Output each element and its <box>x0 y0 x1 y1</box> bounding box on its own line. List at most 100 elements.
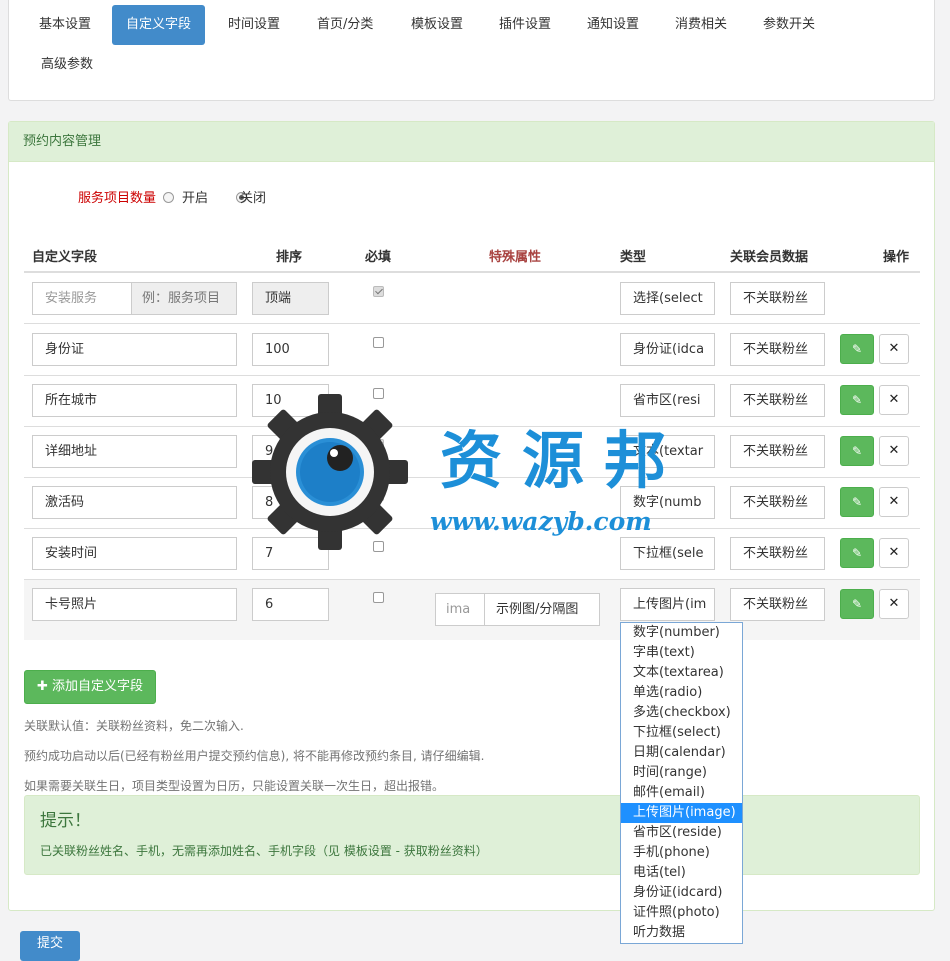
field-required-checkbox[interactable] <box>373 592 384 603</box>
field-required-checkbox[interactable] <box>373 541 384 552</box>
tip-title: 提示！ <box>40 811 91 831</box>
field-type-select[interactable]: 上传图片(im <box>620 588 715 621</box>
field-name-input[interactable]: 所在城市 <box>32 384 237 417</box>
field-linked-select[interactable]: 不关联粉丝 <box>730 588 825 621</box>
tab-template[interactable]: 模板设置 <box>397 5 477 45</box>
field-type-select[interactable]: 下拉框(sele <box>620 537 715 570</box>
radio-on[interactable] <box>163 192 174 203</box>
tab-consume[interactable]: 消费相关 <box>661 5 741 45</box>
field-required-checkbox[interactable] <box>373 337 384 348</box>
delete-button[interactable]: ✕ <box>879 385 909 415</box>
field-name-input[interactable]: 身份证 <box>32 333 237 366</box>
close-icon: ✕ <box>888 545 900 560</box>
field-name-input[interactable]: 激活码 <box>32 486 237 519</box>
dropdown-option[interactable]: 下拉框(select) <box>621 723 742 743</box>
row-divider <box>24 528 920 529</box>
field-linked-select[interactable]: 不关联粉丝 <box>730 333 825 366</box>
edit-icon: ✎ <box>851 444 863 458</box>
field-order-input[interactable]: 10 <box>252 384 329 417</box>
dropdown-option[interactable]: 手机(phone) <box>621 843 742 863</box>
edit-button[interactable]: ✎ <box>840 538 874 568</box>
delete-button[interactable]: ✕ <box>879 538 909 568</box>
field-order-input[interactable]: 6 <box>252 588 329 621</box>
help-text: 关联默认值：关联粉丝资料，免二次输入. <box>24 719 244 733</box>
dropdown-option[interactable]: 证件照(photo) <box>621 903 742 923</box>
field-name-input[interactable]: 详细地址 <box>32 435 237 468</box>
edit-icon: ✎ <box>851 495 863 509</box>
field-linked-select[interactable]: 不关联粉丝 <box>730 435 825 468</box>
service-count-label: 服务项目数量 <box>78 191 157 206</box>
dropdown-option[interactable]: 单选(radio) <box>621 683 742 703</box>
edit-icon: ✎ <box>851 342 863 356</box>
tab-advanced[interactable]: 高级参数 <box>27 45 107 85</box>
close-icon: ✕ <box>888 494 900 509</box>
tab-time[interactable]: 时间设置 <box>214 5 294 45</box>
field-type-select[interactable]: 身份证(idca <box>620 333 715 366</box>
tab-plugin[interactable]: 插件设置 <box>485 5 565 45</box>
dropdown-option[interactable]: 省市区(reside) <box>621 823 742 843</box>
field-name-input[interactable]: 卡号照片 <box>32 588 237 621</box>
edit-icon: ✎ <box>851 597 863 611</box>
tab-basic[interactable]: 基本设置 <box>25 5 105 45</box>
field-required-checkbox[interactable] <box>373 439 384 450</box>
edit-button[interactable]: ✎ <box>840 334 874 364</box>
col-order: 排序 <box>276 250 303 265</box>
tab-switches[interactable]: 参数开关 <box>749 5 829 45</box>
close-icon: ✕ <box>888 392 900 407</box>
delete-button[interactable]: ✕ <box>879 487 909 517</box>
dropdown-option-selected[interactable]: 上传图片(image) <box>621 803 742 823</box>
field-linked-select[interactable]: 不关联粉丝 <box>730 537 825 570</box>
delete-button[interactable]: ✕ <box>879 589 909 619</box>
radio-off-label[interactable]: 关闭 <box>240 187 266 206</box>
submit-button[interactable]: 提交 <box>20 931 80 961</box>
settings-nav: 基本设置 自定义字段 时间设置 首页/分类 模板设置 插件设置 通知设置 消费相… <box>8 0 935 101</box>
field-required-checkbox[interactable] <box>373 388 384 399</box>
new-field-linked-select[interactable]: 不关联粉丝 <box>730 282 825 315</box>
field-required-checkbox[interactable] <box>373 490 384 501</box>
add-button-label: 添加自定义字段 <box>52 679 144 694</box>
field-linked-select[interactable]: 不关联粉丝 <box>730 384 825 417</box>
radio-on-label[interactable]: 开启 <box>182 187 208 206</box>
type-dropdown-list[interactable]: 数字(number) 字串(text) 文本(textarea) 单选(radi… <box>620 622 743 944</box>
edit-button[interactable]: ✎ <box>840 436 874 466</box>
edit-button[interactable]: ✎ <box>840 589 874 619</box>
tab-custom-fields[interactable]: 自定义字段 <box>112 5 206 45</box>
field-order-input[interactable]: 100 <box>252 333 329 366</box>
dropdown-option[interactable]: 听力数据 <box>621 923 742 943</box>
dropdown-option[interactable]: 时间(range) <box>621 763 742 783</box>
dropdown-option[interactable]: 数字(number) <box>621 623 742 643</box>
close-icon: ✕ <box>888 596 900 611</box>
new-field-input[interactable]: 安装服务 <box>32 282 132 315</box>
help-text: 如果需要关联生日，项目类型设置为日历，只能设置关联一次生日，超出报错。 <box>24 779 445 793</box>
edit-button[interactable]: ✎ <box>840 385 874 415</box>
new-field-type-select[interactable]: 选择(select <box>620 282 715 315</box>
col-type: 类型 <box>620 250 647 265</box>
field-order-input[interactable]: 8 <box>252 486 329 519</box>
add-custom-field-button[interactable]: ✚ 添加自定义字段 <box>24 670 157 704</box>
edit-button[interactable]: ✎ <box>840 487 874 517</box>
delete-button[interactable]: ✕ <box>879 334 909 364</box>
dropdown-option[interactable]: 身份证(idcard) <box>621 883 742 903</box>
field-name-input[interactable]: 安装时间 <box>32 537 237 570</box>
dropdown-option[interactable]: 文本(textarea) <box>621 663 742 683</box>
plus-icon: ✚ <box>37 679 48 694</box>
tip-alert: 提示！ 已关联粉丝姓名、手机，无需再添加姓名、手机字段（见 模板设置 - 获取粉… <box>24 795 920 875</box>
field-order-input[interactable]: 9 <box>252 435 329 468</box>
dropdown-option[interactable]: 多选(checkbox) <box>621 703 742 723</box>
field-type-select[interactable]: 数字(numb <box>620 486 715 519</box>
field-linked-select[interactable]: 不关联粉丝 <box>730 486 825 519</box>
close-icon: ✕ <box>888 443 900 458</box>
field-type-select[interactable]: 文本(textar <box>620 435 715 468</box>
tab-home-category[interactable]: 首页/分类 <box>303 5 387 45</box>
dropdown-option[interactable]: 电话(tel) <box>621 863 742 883</box>
tab-notify[interactable]: 通知设置 <box>573 5 653 45</box>
dropdown-option[interactable]: 字串(text) <box>621 643 742 663</box>
dropdown-option[interactable]: 邮件(email) <box>621 783 742 803</box>
col-special: 特殊属性 <box>489 250 542 265</box>
field-order-input[interactable]: 7 <box>252 537 329 570</box>
field-type-select[interactable]: 省市区(resi <box>620 384 715 417</box>
special-attr-input[interactable]: ima <box>435 593 485 626</box>
header-divider <box>24 271 920 273</box>
delete-button[interactable]: ✕ <box>879 436 909 466</box>
dropdown-option[interactable]: 日期(calendar) <box>621 743 742 763</box>
